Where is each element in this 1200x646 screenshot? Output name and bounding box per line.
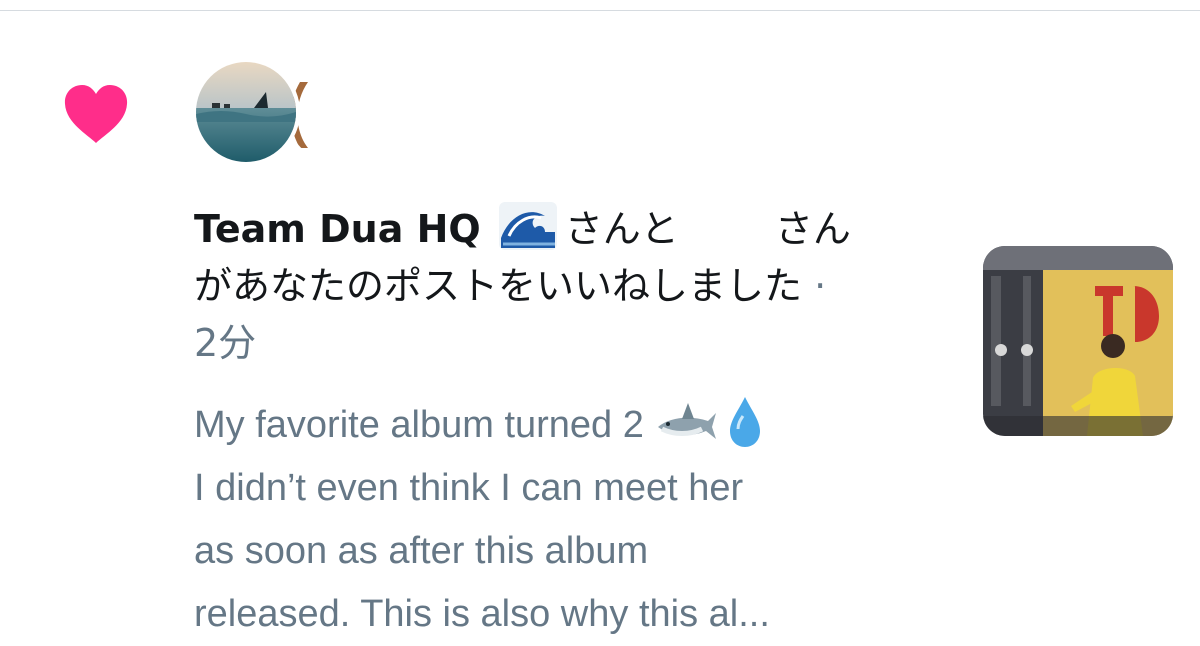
second-actor-suffix: さん — [774, 207, 851, 251]
tweet-line: My favorite album turned 2 — [194, 394, 924, 457]
heart-icon — [64, 85, 128, 143]
avatar-ocean-shark-icon — [196, 62, 296, 162]
avatar[interactable] — [196, 62, 296, 162]
notification-headline: Team Dua HQ さんと さん があなたのポストをいいねしました · 2分 — [194, 201, 944, 372]
like-notification[interactable]: Team Dua HQ さんと さん があなたのポストをいいねしました · 2分 … — [0, 11, 1200, 644]
tweet-line: I didn’t even think I can meet her — [194, 467, 744, 509]
avatar[interactable] — [286, 62, 386, 162]
actor-name[interactable]: Team Dua HQ — [194, 207, 481, 251]
liker-avatars — [196, 62, 386, 162]
timestamp: 2分 — [194, 321, 257, 365]
tweet-line: as soon as after this album — [194, 530, 649, 572]
media-thumbnail[interactable] — [983, 246, 1173, 436]
separator-dot: · — [814, 264, 827, 308]
action-text: があなたのポストをいいねしました — [194, 264, 803, 308]
notification-content: Team Dua HQ さんと さん があなたのポストをいいねしました · 2分 … — [194, 201, 944, 646]
concert-photo-thumbnail-icon — [983, 246, 1173, 436]
tweet-line: released. This is also why this al... — [194, 593, 770, 635]
avatar-partial-icon — [286, 62, 386, 162]
shark-emoji-icon — [657, 403, 716, 439]
text-after-name: さんと — [564, 207, 679, 251]
tweet-preview[interactable]: My favorite album turned 2 I didn’t even… — [194, 394, 924, 646]
wave-emoji-icon — [498, 202, 557, 250]
droplet-emoji-icon — [729, 397, 760, 447]
